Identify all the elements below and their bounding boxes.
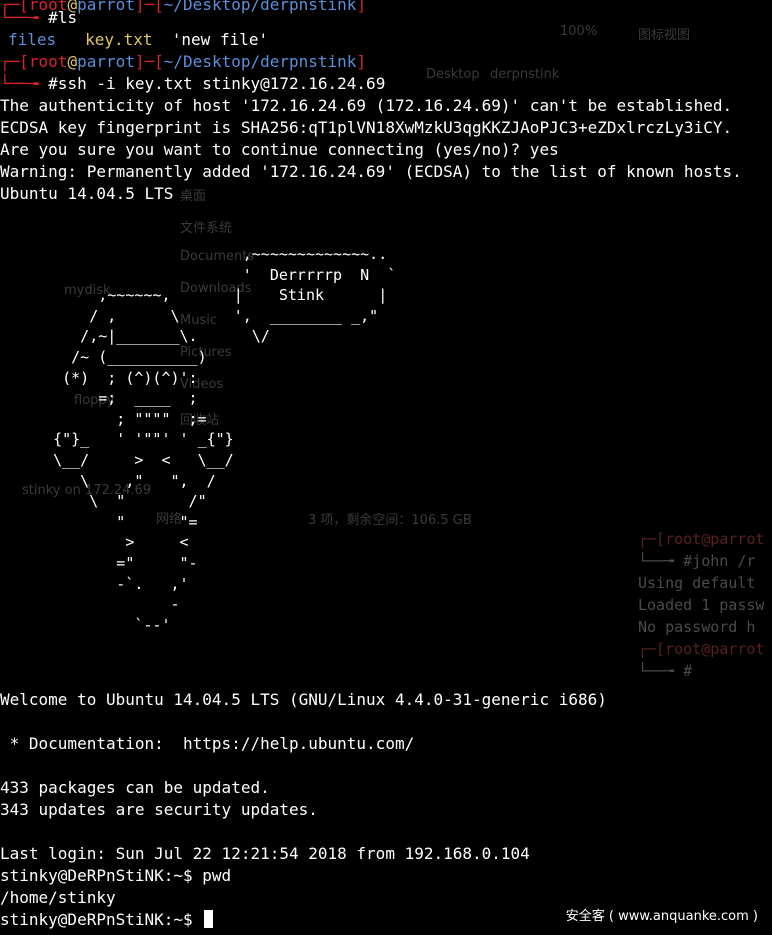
bg-path-folder: derpnstink <box>490 67 560 82</box>
bg-terminal-line: Using default <box>638 574 756 592</box>
bg-terminal-line: └──╼ #john /r <box>638 552 756 570</box>
security-updates-line: 343 updates are security updates. <box>0 800 318 819</box>
bg-terminal-line: No password h <box>638 618 756 636</box>
bg-path-desktop: Desktop <box>426 67 480 82</box>
bg-view-mode: 图标视图 <box>638 28 691 43</box>
bg-zoom-level: 100% <box>560 24 598 39</box>
ssh-output-line: The authenticity of host '172.16.24.69 (… <box>0 96 733 115</box>
bg-terminal-line: Loaded 1 passw <box>638 596 765 614</box>
ls-file-key: key.txt <box>85 30 153 49</box>
documentation-line: * Documentation: https://help.ubuntu.com… <box>0 734 415 753</box>
pwd-output-line: /home/stinky <box>0 888 116 907</box>
current-prompt[interactable]: stinky@DeRPnStiNK:~$ <box>0 909 214 931</box>
ssh-output-line: ECDSA key fingerprint is SHA256:qT1plVN1… <box>0 118 733 137</box>
welcome-message: Welcome to Ubuntu 14.04.5 LTS (GNU/Linux… <box>0 690 607 709</box>
last-login-line: Last login: Sun Jul 22 12:21:54 2018 fro… <box>0 844 530 863</box>
bg-terminal-line: ┌─[root@parrot <box>638 640 765 658</box>
bg-sidebar-item: 文件系统 <box>180 221 233 236</box>
ssh-output-line: Ubuntu 14.04.5 LTS <box>0 184 174 203</box>
prompt-1-command: └──╼ #ls <box>0 8 78 27</box>
prompt-2-command: └──╼ #ssh -i key.txt stinky@172.16.24.69 <box>0 74 386 93</box>
bg-terminal-line: └──╼ # <box>638 662 693 680</box>
bg-terminal-window: ┌─[root@parrot └──╼ #john /r Using defau… <box>638 528 772 688</box>
text-cursor <box>204 910 214 928</box>
ls-dir-files: files <box>8 30 57 49</box>
prompt-2-top: ┌─[root@parrot]─[~/Desktop/derpnstink] <box>0 52 367 71</box>
bg-sidebar-item: 桌面 <box>180 189 207 204</box>
ssh-output-line: Are you sure you want to continue connec… <box>0 140 559 159</box>
packages-line: 433 packages can be updated. <box>0 778 270 797</box>
ls-output: files key.txt 'new file' <box>8 29 268 51</box>
ascii-banner-art: ,~~~~~~~~~~~~~.. ' Derrrrrp N ` ,~~~~~~,… <box>53 245 397 634</box>
pwd-command-line: stinky@DeRPnStiNK:~$ pwd <box>0 866 232 885</box>
watermark: 安全客 ( www.anquanke.com ) <box>565 909 758 924</box>
prompt-text: stinky@DeRPnStiNK:~$ <box>0 910 203 929</box>
bg-terminal-line: ┌─[root@parrot <box>638 530 765 548</box>
ssh-output-line: Warning: Permanently added '172.16.24.69… <box>0 162 742 181</box>
ls-file-new: 'new file' <box>171 30 269 49</box>
